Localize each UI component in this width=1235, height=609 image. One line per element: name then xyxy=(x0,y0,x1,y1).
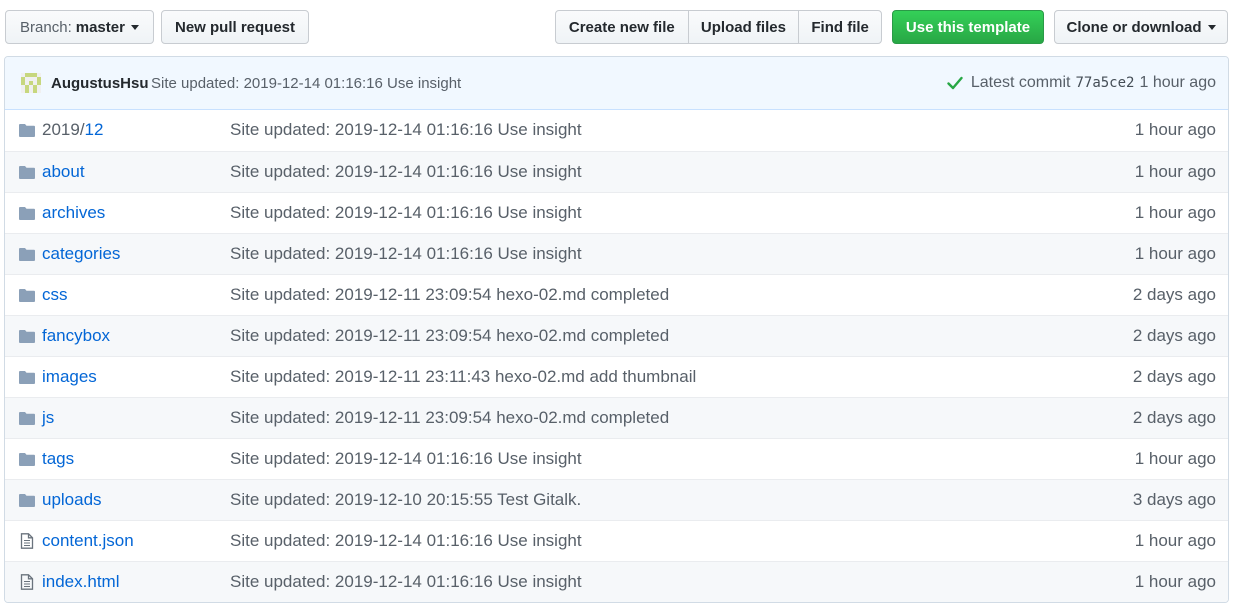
file-commit-message-link[interactable]: Site updated: 2019-12-11 23:09:54 hexo-0… xyxy=(230,326,669,346)
folder-icon xyxy=(19,412,35,425)
file-row: tags Site updated: 2019-12-14 01:16:16 Us… xyxy=(5,438,1228,479)
file-name-text: js xyxy=(42,408,55,427)
chevron-down-icon xyxy=(1207,24,1216,30)
file-commit-message-link[interactable]: Site updated: 2019-12-14 01:16:16 Use in… xyxy=(230,162,582,182)
file-age: 2 days ago xyxy=(1132,408,1216,427)
file-age: 1 hour ago xyxy=(1134,572,1216,591)
folder-icon xyxy=(19,494,35,507)
folder-icon xyxy=(19,248,35,261)
file-commit-message-link[interactable]: Site updated: 2019-12-11 23:09:54 hexo-0… xyxy=(230,285,669,305)
file-commit-message-link[interactable]: Site updated: 2019-12-11 23:11:43 hexo-0… xyxy=(230,367,696,387)
file-age: 1 hour ago xyxy=(1134,162,1216,181)
file-name-link[interactable]: uploads xyxy=(42,490,102,510)
file-commit-message-link[interactable]: Site updated: 2019-12-14 01:16:16 Use in… xyxy=(230,244,582,264)
folder-icon xyxy=(19,166,35,179)
create-new-file-button[interactable]: Create new file xyxy=(555,10,689,44)
file-row: uploads Site updated: 2019-12-10 20:15:55… xyxy=(5,479,1228,520)
file-name-link[interactable]: index.html xyxy=(42,572,119,592)
folder-icon xyxy=(19,330,35,343)
file-commit-message-link[interactable]: Site updated: 2019-12-10 20:15:55 Test G… xyxy=(230,490,581,510)
file-icon xyxy=(20,574,34,590)
branch-select-button[interactable]: Branch: master xyxy=(5,10,154,44)
folder-icon xyxy=(19,371,35,384)
file-name-link[interactable]: archives xyxy=(42,203,105,223)
latest-commit-info: Latest commit 77a5ce2 1 hour ago xyxy=(947,74,1216,92)
file-row: categories Site updated: 2019-12-14 01:16… xyxy=(5,233,1228,274)
file-age: 1 hour ago xyxy=(1134,449,1216,468)
file-name-link[interactable]: fancybox xyxy=(42,326,110,346)
file-age: 1 hour ago xyxy=(1134,120,1216,139)
branch-prefix: Branch: xyxy=(20,18,72,36)
file-commit-message-link[interactable]: Site updated: 2019-12-14 01:16:16 Use in… xyxy=(230,572,582,592)
file-age: 2 days ago xyxy=(1132,326,1216,345)
check-icon xyxy=(947,76,963,90)
file-name-text: index.html xyxy=(42,572,120,591)
new-pull-request-button[interactable]: New pull request xyxy=(161,10,309,44)
file-row: js Site updated: 2019-12-11 23:09:54 hexo… xyxy=(5,397,1228,438)
folder-path-prefix: 2019/ xyxy=(42,120,85,139)
commit-time: 1 hour ago xyxy=(1139,74,1216,91)
folder-icon xyxy=(19,124,35,137)
file-age: 1 hour ago xyxy=(1134,531,1216,550)
file-name-link[interactable]: content.json xyxy=(42,531,134,551)
file-name-link[interactable]: js xyxy=(42,408,54,428)
upload-files-button[interactable]: Upload files xyxy=(687,10,800,44)
file-row: images Site updated: 2019-12-11 23:11:43 … xyxy=(5,356,1228,397)
file-row: index.html Site updated: 2019-12-14 01:16… xyxy=(5,561,1228,602)
file-actions-group: Create new file Upload files Find file xyxy=(555,10,882,44)
use-template-button[interactable]: Use this template xyxy=(892,10,1044,44)
latest-commit-label: Latest commit xyxy=(970,74,1071,91)
file-name-text: css xyxy=(42,285,68,304)
file-name-text: images xyxy=(42,367,97,386)
file-age: 2 days ago xyxy=(1132,285,1216,304)
commit-message-link[interactable]: Site updated: 2019-12-14 01:16:16 Use in… xyxy=(151,75,461,92)
file-name-link[interactable]: about xyxy=(42,162,85,182)
branch-name: master xyxy=(75,18,125,36)
file-name-link[interactable]: images xyxy=(42,367,97,387)
file-commit-message-link[interactable]: Site updated: 2019-12-14 01:16:16 Use in… xyxy=(230,531,582,551)
avatar[interactable] xyxy=(21,73,41,93)
folder-icon xyxy=(19,453,35,466)
file-row: content.json Site updated: 2019-12-14 01:… xyxy=(5,520,1228,561)
file-age: 2 days ago xyxy=(1132,367,1216,386)
folder-path-name: 12 xyxy=(84,120,104,139)
file-name-link[interactable]: 2019/12 xyxy=(42,120,103,140)
file-age: 1 hour ago xyxy=(1134,203,1216,222)
folder-icon xyxy=(19,289,35,302)
folder-icon xyxy=(19,207,35,220)
file-browser: AugustusHsu Site updated: 2019-12-14 01:… xyxy=(4,56,1229,603)
file-commit-message-link[interactable]: Site updated: 2019-12-14 01:16:16 Use in… xyxy=(230,449,582,469)
chevron-down-icon xyxy=(130,24,139,30)
find-file-button[interactable]: Find file xyxy=(798,10,882,44)
file-name-link[interactable]: css xyxy=(42,285,68,305)
file-name-text: uploads xyxy=(42,490,102,509)
file-name-text: content.json xyxy=(42,531,134,550)
commit-author-link[interactable]: AugustusHsu xyxy=(51,75,149,92)
file-row: fancybox Site updated: 2019-12-11 23:09:5… xyxy=(5,315,1228,356)
file-row: archives Site updated: 2019-12-14 01:16:1… xyxy=(5,192,1228,233)
file-name-link[interactable]: categories xyxy=(42,244,120,264)
file-name-text: categories xyxy=(42,244,121,263)
clone-download-button[interactable]: Clone or download xyxy=(1054,10,1228,44)
file-row: about Site updated: 2019-12-14 01:16:16 U… xyxy=(5,151,1228,192)
file-commit-message-link[interactable]: Site updated: 2019-12-11 23:09:54 hexo-0… xyxy=(230,408,669,428)
file-row: css Site updated: 2019-12-11 23:09:54 hex… xyxy=(5,274,1228,315)
file-row: 2019/12 Site updated: 2019-12-14 01:16:16… xyxy=(5,110,1228,151)
file-name-link[interactable]: tags xyxy=(42,449,74,469)
commit-sha-link[interactable]: 77a5ce2 xyxy=(1075,75,1134,91)
file-name-text: fancybox xyxy=(42,326,111,345)
repo-toolbar: Branch: master New pull request Create n… xyxy=(0,0,1235,50)
file-commit-message-link[interactable]: Site updated: 2019-12-14 01:16:16 Use in… xyxy=(230,203,582,223)
file-icon xyxy=(20,533,34,549)
file-commit-message-link[interactable]: Site updated: 2019-12-14 01:16:16 Use in… xyxy=(230,120,582,140)
clone-download-label: Clone or download xyxy=(1066,18,1202,36)
file-name-text: tags xyxy=(42,449,75,468)
file-name-text: archives xyxy=(42,203,106,222)
file-name-text: about xyxy=(42,162,85,181)
latest-commit-bar: AugustusHsu Site updated: 2019-12-14 01:… xyxy=(5,57,1228,110)
file-age: 3 days ago xyxy=(1132,490,1216,509)
file-list: 2019/12 Site updated: 2019-12-14 01:16:16… xyxy=(5,110,1228,602)
file-age: 1 hour ago xyxy=(1134,244,1216,263)
